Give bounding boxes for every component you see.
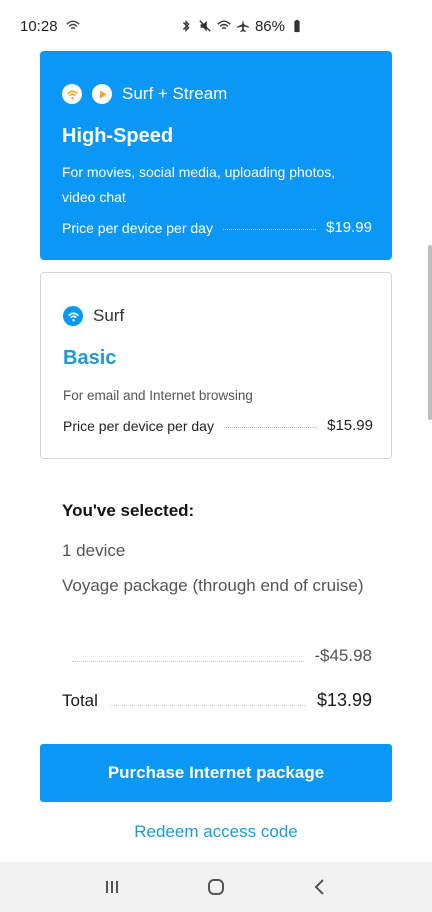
airplane-icon xyxy=(236,19,250,33)
bluetooth-icon xyxy=(179,19,193,33)
battery-percent: 86% xyxy=(254,17,285,35)
package-header: Surf xyxy=(63,306,124,326)
wifi-icon xyxy=(62,84,82,104)
wifi-status-icon xyxy=(65,19,80,33)
dotted-leader xyxy=(222,229,317,230)
home-icon xyxy=(208,879,224,895)
total-row: Total $13.99 xyxy=(62,690,372,711)
package-name: Surf + Stream xyxy=(122,84,228,103)
total-label: Total xyxy=(62,690,98,710)
home-button[interactable] xyxy=(196,867,236,907)
price-value: $15.99 xyxy=(327,417,373,434)
package-description: For email and Internet browsing xyxy=(63,388,253,403)
recent-apps-icon xyxy=(106,881,118,893)
status-time: 10:28 xyxy=(20,17,58,35)
selection-summary: You've selected: 1 device Voyage package… xyxy=(62,501,372,598)
status-left: 10:28 xyxy=(20,18,80,35)
dotted-leader xyxy=(223,427,318,428)
price-row: Price per device per day $19.99 xyxy=(62,219,372,236)
discount-row: -$45.98 xyxy=(72,646,372,666)
summary-devices: 1 device xyxy=(62,541,126,560)
recent-apps-button[interactable] xyxy=(92,867,132,907)
summary-heading: You've selected: xyxy=(62,501,195,520)
system-nav-bar xyxy=(0,862,432,912)
price-label: Price per device per day xyxy=(62,219,213,236)
play-icon xyxy=(92,84,112,104)
total-value: $13.99 xyxy=(316,690,372,710)
dotted-leader xyxy=(109,705,307,706)
package-tier: Basic xyxy=(63,347,117,369)
summary-package: Voyage package (through end of cruise) xyxy=(62,576,364,595)
package-card-basic[interactable]: Surf Basic For email and Internet browsi… xyxy=(40,272,392,459)
package-tier: High-Speed xyxy=(62,125,174,147)
price-label: Price per device per day xyxy=(63,417,214,434)
price-value: $19.99 xyxy=(326,219,372,236)
back-button[interactable] xyxy=(300,867,340,907)
package-description: For movies, social media, uploading phot… xyxy=(62,164,336,205)
package-card-high-speed[interactable]: Surf + Stream High-Speed For movies, soc… xyxy=(40,51,392,260)
battery-icon xyxy=(290,19,304,33)
package-name: Surf xyxy=(93,306,125,325)
status-bar: 10:28 86% xyxy=(0,0,432,52)
dotted-leader xyxy=(72,660,305,662)
mute-icon xyxy=(198,19,212,33)
scroll-indicator[interactable] xyxy=(428,245,432,420)
package-header: Surf + Stream xyxy=(62,84,227,104)
status-right: 86% xyxy=(179,18,304,35)
wifi-icon xyxy=(217,19,231,33)
wifi-icon xyxy=(63,306,83,326)
back-icon xyxy=(314,879,324,895)
price-row: Price per device per day $15.99 xyxy=(63,417,373,434)
discount-value: -$45.98 xyxy=(314,646,372,665)
redeem-code-link[interactable]: Redeem access code xyxy=(0,822,432,842)
purchase-button[interactable]: Purchase Internet package xyxy=(40,744,392,802)
